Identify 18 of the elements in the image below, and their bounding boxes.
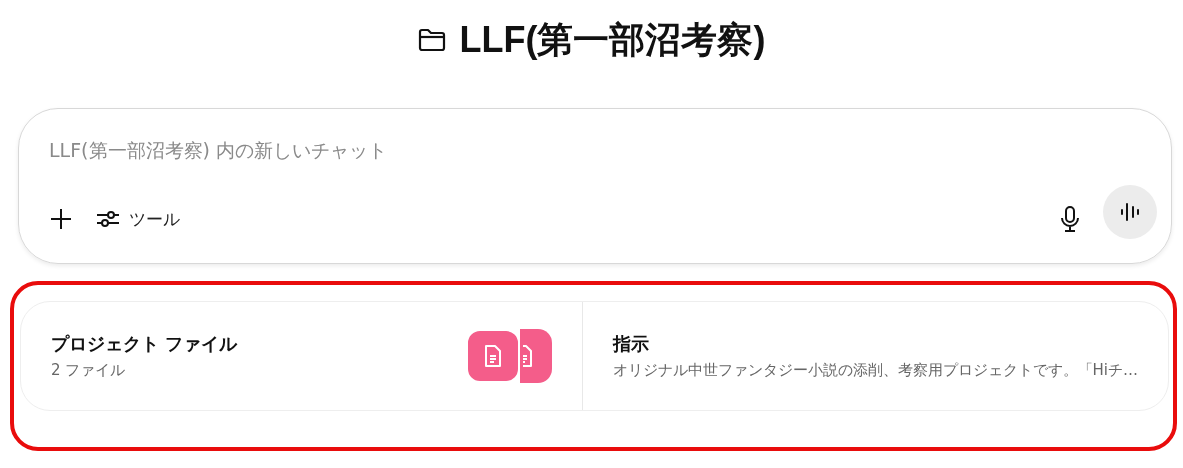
file-count: 2 ファイル bbox=[51, 361, 127, 380]
voice-mode-button[interactable] bbox=[1103, 185, 1157, 239]
waveform-icon bbox=[1119, 201, 1141, 223]
file-tile[interactable] bbox=[465, 329, 520, 383]
microphone-icon bbox=[1059, 205, 1081, 233]
add-button[interactable] bbox=[49, 207, 73, 231]
file-tile[interactable] bbox=[519, 329, 552, 383]
project-title: LLF(第一部沼考察) bbox=[459, 17, 766, 62]
instructions-text: オリジナル中世ファンタジー小説の添削、考察用プロジェクトです。「Hiチ… bbox=[612, 361, 1138, 380]
folder-icon bbox=[417, 28, 446, 52]
files-title: プロジェクト ファイル bbox=[51, 332, 239, 356]
microphone-button[interactable] bbox=[1059, 205, 1081, 233]
document-icon bbox=[521, 344, 534, 368]
chat-input[interactable]: LLF(第一部沼考察) 内の新しいチャット bbox=[49, 139, 749, 161]
document-icon bbox=[482, 344, 503, 368]
plus-icon bbox=[49, 207, 73, 231]
instructions-title: 指示 bbox=[612, 332, 650, 356]
tools-button[interactable]: ツール bbox=[95, 207, 180, 231]
